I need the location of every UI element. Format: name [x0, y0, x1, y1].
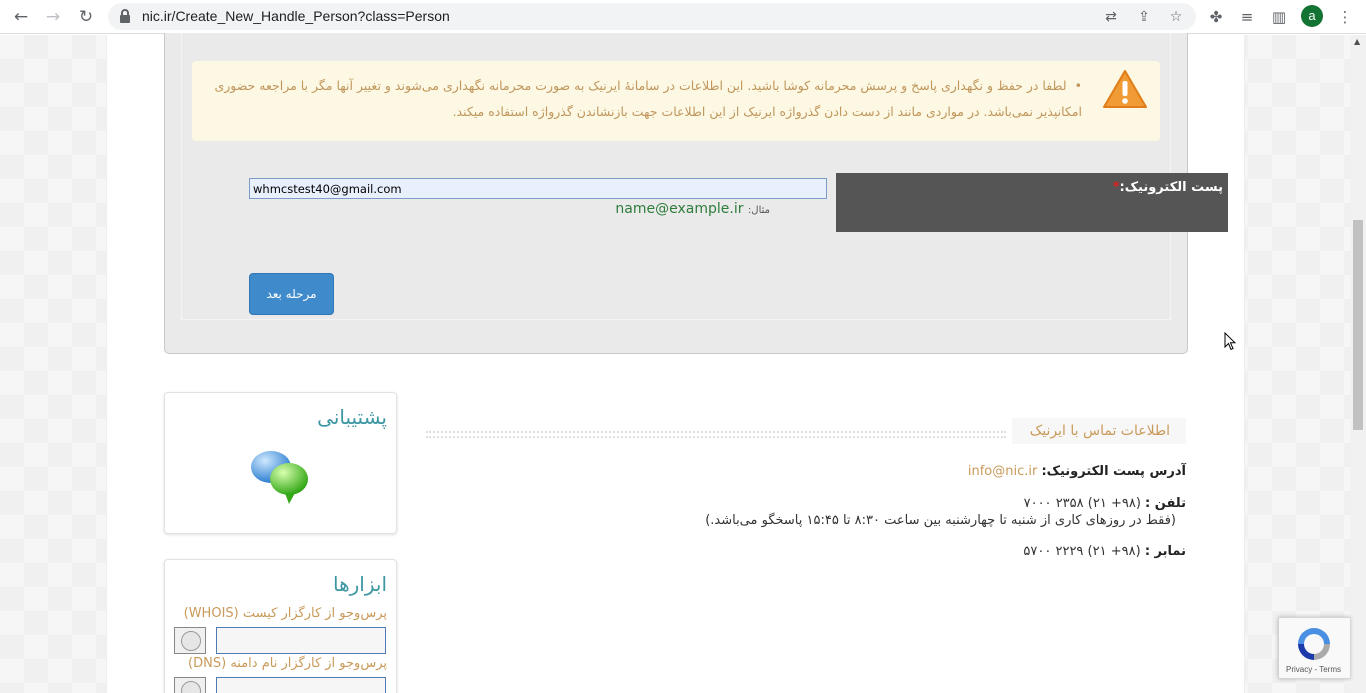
contact-phone-line: تلفن : (۹۸+ ۲۱) ۲۳۵۸ ۷۰۰۰ [1024, 496, 1186, 511]
content-area: لطفا در حفظ و نگهداری پاسخ و پرسش محرمان… [106, 33, 1245, 693]
dns-submit-button[interactable] [174, 677, 206, 693]
contact-phone-label: تلفن : [1145, 496, 1186, 511]
profile-avatar[interactable]: a [1301, 5, 1323, 27]
scroll-thumb[interactable] [1353, 220, 1363, 430]
contact-email-link[interactable]: info@nic.ir [968, 464, 1037, 479]
chat-bubbles-icon[interactable] [249, 449, 311, 505]
contact-phone-note: (فقط در روزهای کاری از شنبه تا چهارشنبه … [705, 513, 1176, 528]
menu-kebab-icon[interactable]: ⋮ [1334, 6, 1356, 28]
dns-input[interactable] [216, 677, 386, 693]
whois-label: پرس‌وجو از کارگزار کیست (WHOIS) [183, 606, 387, 621]
contact-email-label: آدرس پست الکترونیک: [1041, 464, 1186, 479]
page-background: لطفا در حفظ و نگهداری پاسخ و پرسش محرمان… [0, 33, 1350, 693]
page-scrollbar[interactable]: ▲ [1350, 35, 1366, 693]
email-example: مثال: name@example.ir [615, 201, 770, 217]
browser-toolbar: ← → ↻ nic.ir/Create_New_Handle_Person?cl… [0, 0, 1366, 34]
contact-fax-line: نمابر : (۹۸+ ۲۱) ۲۲۲۹ ۵۷۰۰ [1023, 544, 1186, 559]
contact-heading-dots [426, 431, 1006, 438]
back-arrow-icon[interactable]: ← [10, 6, 32, 28]
email-label: پست الکترونیک:* [1112, 180, 1223, 195]
email-label-cell: پست الکترونیک:* [836, 173, 1228, 232]
dns-label: پرس‌وجو از کارگزار نام دامنه (DNS) [188, 656, 387, 671]
forward-arrow-icon[interactable]: → [42, 6, 64, 28]
reload-icon[interactable]: ↻ [75, 6, 97, 28]
extensions-icon[interactable]: ✤ [1205, 6, 1227, 28]
warning-triangle-icon [1103, 70, 1147, 108]
side-panel-icon[interactable]: ▥ [1268, 6, 1290, 28]
support-title[interactable]: پشتیبانی [317, 405, 387, 429]
contact-phone-value: (۹۸+ ۲۱) ۲۳۵۸ ۷۰۰۰ [1023, 496, 1141, 511]
contact-email-line: آدرس پست الکترونیک: info@nic.ir [968, 464, 1186, 479]
url-text[interactable]: nic.ir/Create_New_Handle_Person?class=Pe… [142, 8, 450, 24]
mouse-pointer-icon [1224, 332, 1236, 351]
form-panel: لطفا در حفظ و نگهداری پاسخ و پرسش محرمان… [164, 33, 1228, 354]
recaptcha-privacy-link[interactable]: Privacy [1286, 665, 1312, 674]
warning-text: لطفا در حفظ و نگهداری پاسخ و پرسش محرمان… [212, 73, 1082, 125]
example-label: مثال: [747, 205, 770, 216]
tools-title: ابزارها [332, 572, 387, 596]
required-marker: * [1112, 180, 1120, 195]
example-value: name@example.ir [615, 201, 744, 217]
tools-box: ابزارها پرس‌وجو از کارگزار کیست (WHOIS) … [164, 559, 397, 693]
translate-icon[interactable]: ⇄ [1101, 7, 1121, 27]
address-bar[interactable]: nic.ir/Create_New_Handle_Person?class=Pe… [108, 3, 1196, 30]
whois-input[interactable] [216, 627, 386, 654]
email-input[interactable] [249, 178, 827, 199]
lock-icon[interactable] [120, 9, 130, 23]
warning-box: لطفا در حفظ و نگهداری پاسخ و پرسش محرمان… [192, 61, 1160, 141]
next-step-button[interactable]: مرحله بعد [249, 273, 334, 315]
contact-fax-label: نمابر : [1144, 544, 1186, 559]
recaptcha-badge[interactable]: Privacy - Terms [1278, 617, 1350, 679]
support-box: پشتیبانی [164, 392, 397, 534]
recaptcha-links: Privacy - Terms [1286, 665, 1341, 674]
contact-fax-value: (۹۸+ ۲۱) ۲۲۲۹ ۵۷۰۰ [1023, 544, 1141, 559]
share-icon[interactable]: ⇪ [1134, 7, 1154, 27]
scroll-up-arrow-icon[interactable]: ▲ [1354, 37, 1360, 46]
bookmark-star-icon[interactable]: ☆ [1166, 7, 1186, 27]
contact-heading: اطلاعات تماس با ایرنیک [1012, 418, 1186, 444]
recaptcha-terms-link[interactable]: Terms [1319, 665, 1341, 674]
reading-list-icon[interactable]: ≡ [1236, 6, 1258, 28]
whois-submit-button[interactable] [174, 627, 206, 654]
recaptcha-logo-icon [1298, 628, 1330, 660]
